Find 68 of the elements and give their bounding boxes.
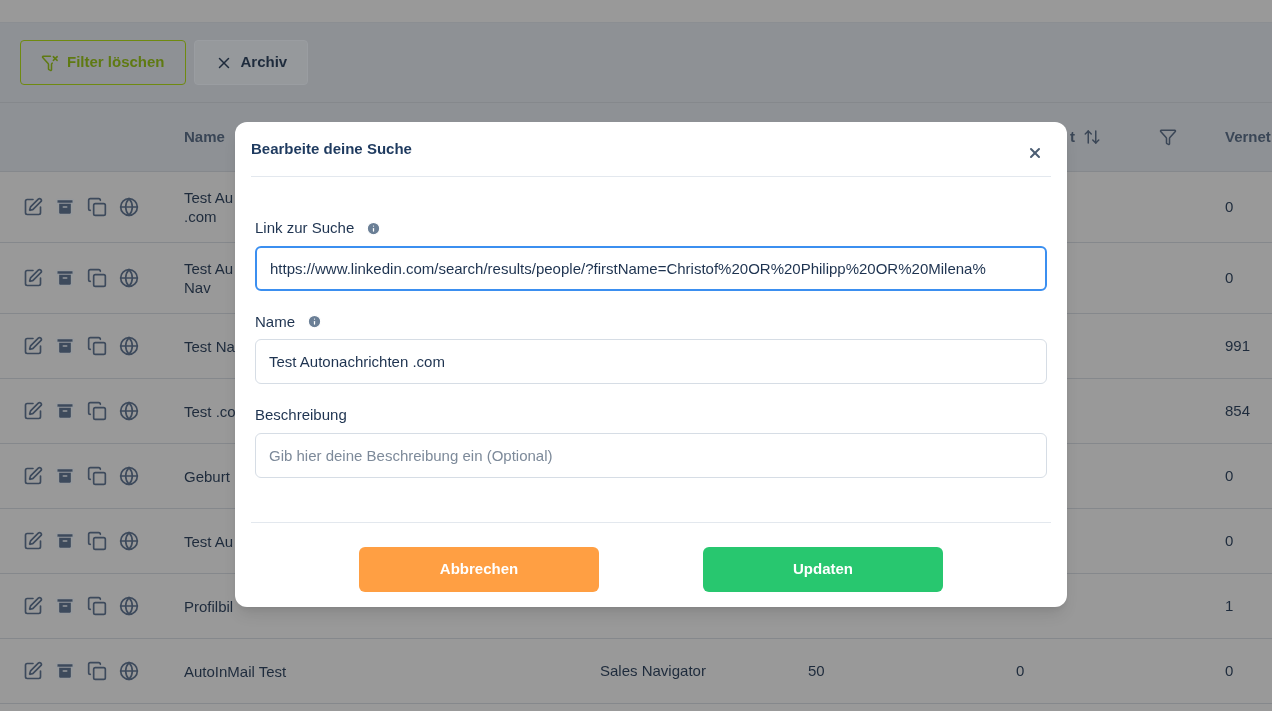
edit-icon[interactable] xyxy=(23,197,43,217)
edit-icon[interactable] xyxy=(23,466,43,486)
name-cell: .com xyxy=(184,207,217,226)
type-cell: Sales Navigator xyxy=(600,662,706,679)
archive-icon[interactable] xyxy=(55,401,75,421)
copy-icon[interactable] xyxy=(87,661,107,681)
archive-icon[interactable] xyxy=(55,596,75,616)
copy-icon[interactable] xyxy=(87,401,107,421)
copy-icon[interactable] xyxy=(87,596,107,616)
edit-icon[interactable] xyxy=(23,401,43,421)
copy-icon[interactable] xyxy=(87,531,107,551)
edit-icon[interactable] xyxy=(23,531,43,551)
copy-icon[interactable] xyxy=(87,336,107,356)
copy-icon[interactable] xyxy=(87,268,107,288)
column-header: t xyxy=(1070,126,1075,147)
table-cell: 1 xyxy=(1225,597,1234,614)
globe-icon[interactable] xyxy=(119,661,139,681)
name-cell: Geburt xyxy=(184,466,230,486)
name-cell: AutoInMail Test xyxy=(184,661,287,681)
name-cell: Test .co xyxy=(184,401,236,421)
column-header: Vernet xyxy=(1225,126,1271,147)
archive-icon[interactable] xyxy=(55,531,75,551)
copy-icon[interactable] xyxy=(87,197,107,217)
text-field[interactable]: Test Autonachrichten .com xyxy=(255,339,1047,384)
globe-icon[interactable] xyxy=(119,197,139,217)
archive-icon[interactable] xyxy=(55,466,75,486)
table-cell: 0 xyxy=(1225,467,1234,484)
sort-icon[interactable] xyxy=(1083,128,1101,146)
globe-icon[interactable] xyxy=(119,336,139,356)
name-cell: Test Au xyxy=(184,259,234,278)
name-cell: Test Na xyxy=(184,336,235,356)
globe-icon[interactable] xyxy=(119,531,139,551)
table-cell: 50 xyxy=(808,662,825,679)
name-cell: Nav xyxy=(184,278,211,297)
globe-icon[interactable] xyxy=(119,466,139,486)
archive-icon[interactable] xyxy=(55,197,75,217)
text-field[interactable]: https://www.linkedin.com/search/results/people/?firstName=Christof%20OR%20Philipp%20OR%20Milena% xyxy=(255,245,1047,291)
edit-icon[interactable] xyxy=(23,661,43,681)
copy-icon[interactable] xyxy=(87,466,107,486)
field-label: Beschreibung xyxy=(255,405,347,425)
name-cell: Test Au xyxy=(184,188,234,207)
filter-icon[interactable] xyxy=(1159,128,1177,146)
table-cell: 0 xyxy=(1225,532,1234,549)
table-cell: 0 xyxy=(1225,198,1234,215)
edit-icon[interactable] xyxy=(23,596,43,616)
text-field[interactable]: Gib hier deine Beschreibung ein (Optional) xyxy=(255,432,1047,478)
table-cell: 991 xyxy=(1225,337,1251,354)
archive-icon[interactable] xyxy=(55,336,75,356)
globe-icon[interactable] xyxy=(119,268,139,288)
archive-button[interactable]: Archiv xyxy=(193,40,309,85)
field-label: Name xyxy=(255,311,295,332)
table-cell: 854 xyxy=(1225,402,1251,419)
globe-icon[interactable] xyxy=(119,596,139,616)
edit-icon[interactable] xyxy=(23,268,43,288)
name-cell: Test Au xyxy=(184,531,234,551)
globe-icon[interactable] xyxy=(119,401,139,421)
edit-icon[interactable] xyxy=(23,336,43,356)
name-cell: Profilbil xyxy=(184,596,234,616)
archive-icon[interactable] xyxy=(55,268,75,288)
table-cell: 0 xyxy=(1225,662,1234,679)
filter-off-icon xyxy=(41,53,59,72)
dialog-title: Bearbeite deine Suche xyxy=(251,138,412,159)
table-cell: 0 xyxy=(1225,269,1234,286)
table-cell: 0 xyxy=(1016,662,1025,679)
archive-icon[interactable] xyxy=(55,661,75,681)
column-header: Name xyxy=(184,126,225,147)
close-button[interactable] xyxy=(1027,145,1043,161)
field-label: Link zur Suche xyxy=(255,218,355,238)
